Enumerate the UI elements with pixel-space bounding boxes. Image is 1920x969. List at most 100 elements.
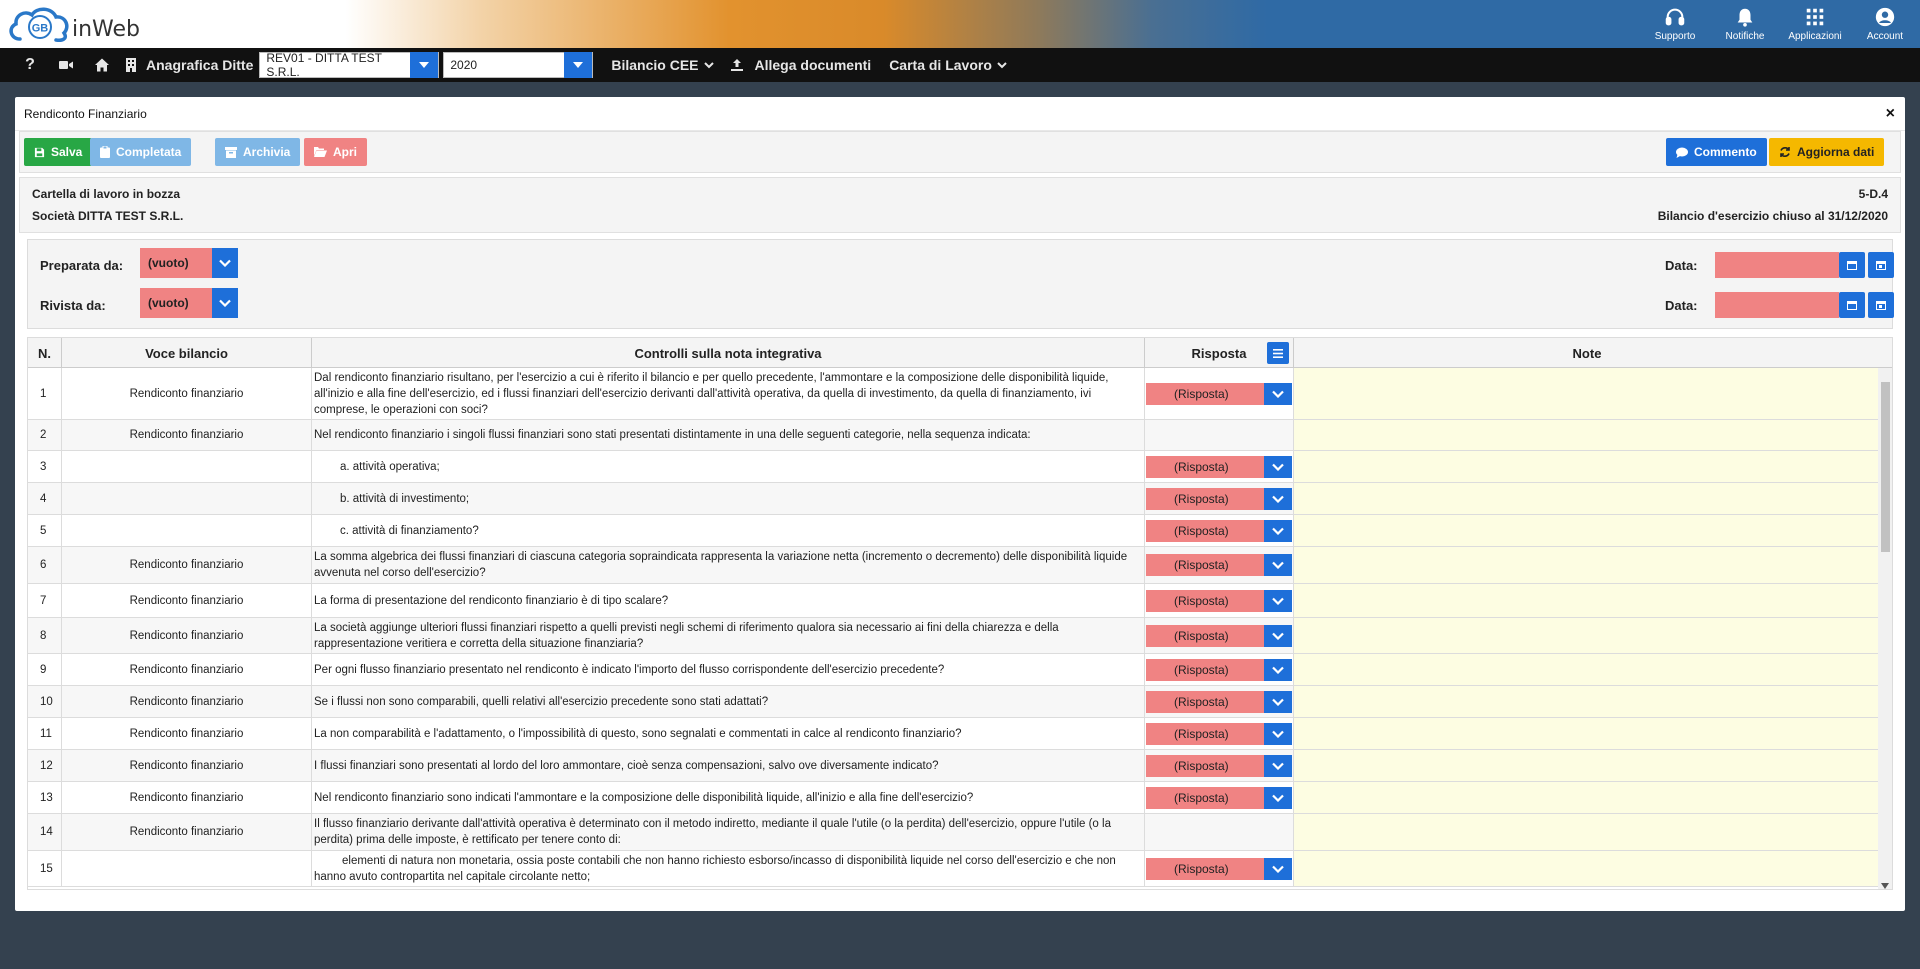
rivista-date-field[interactable] [1715,292,1839,318]
table-header: N. Voce bilancio Controlli sulla nota in… [28,338,1892,368]
close-icon[interactable]: × [1886,105,1895,123]
chevron-down-icon[interactable] [1264,786,1292,809]
risposta-select[interactable]: (Risposta) [1146,857,1292,880]
row-note-field[interactable] [1294,782,1880,813]
chevron-down-icon[interactable] [1264,589,1292,612]
caret-down-icon[interactable] [564,52,593,78]
row-note-field[interactable] [1294,547,1880,583]
rivista-select[interactable]: (vuoto) [140,288,238,318]
row-note-field[interactable] [1294,618,1880,653]
info-panel: Cartella di lavoro in bozza Società DITT… [19,177,1901,233]
menu-bilancio[interactable]: Bilancio CEE [611,57,714,73]
menu-allega-label: Allega documenti [754,57,872,73]
notifications-button[interactable]: Notifiche [1710,0,1780,48]
ditta-select[interactable]: REV01 - DITTA TEST S.R.L. [259,51,440,79]
row-number: 10 [28,686,62,717]
risposta-select[interactable]: (Risposta) [1146,754,1292,777]
chevron-down-icon[interactable] [1264,455,1292,478]
row-controllo-text: elementi di natura non monetaria, ossia … [312,851,1145,886]
calendar-today-icon[interactable] [1868,292,1894,318]
row-controllo-text: Se i flussi non sono comparabili, quelli… [312,686,1145,717]
archivia-button[interactable]: Archivia [215,138,301,166]
caret-down-icon[interactable] [410,52,439,78]
video-button[interactable] [48,48,84,82]
row-risposta-cell: (Risposta) [1145,547,1294,583]
chevron-down-icon[interactable] [1264,722,1292,745]
row-controllo-text: La forma di presentazione del rendiconto… [312,584,1145,617]
year-select[interactable]: 2020 [443,52,594,78]
row-note-field[interactable] [1294,654,1880,685]
chevron-down-icon[interactable] [1264,519,1292,542]
rivista-value: (vuoto) [140,288,212,318]
preparata-date-field[interactable] [1715,252,1839,278]
help-icon: ? [25,56,35,73]
anagrafica-label[interactable]: Anagrafica Ditte [146,57,253,73]
row-note-field[interactable] [1294,750,1880,781]
chevron-down-icon[interactable] [1264,382,1292,405]
risposta-select[interactable]: (Risposta) [1146,722,1292,745]
row-note-field[interactable] [1294,368,1880,419]
calendar-icon[interactable] [1839,252,1865,278]
risposta-select[interactable]: (Risposta) [1146,382,1292,405]
home-button[interactable] [84,48,120,82]
row-note-field[interactable] [1294,420,1880,450]
risposta-value: (Risposta) [1146,519,1264,542]
risposta-select[interactable]: (Risposta) [1146,690,1292,713]
app-logo[interactable]: GB inWeb [6,4,140,46]
row-note-field[interactable] [1294,483,1880,514]
scrollbar-thumb[interactable] [1881,382,1890,552]
row-risposta-cell: (Risposta) [1145,686,1294,717]
risposta-value: (Risposta) [1146,786,1264,809]
chevron-down-icon[interactable] [212,288,238,318]
menu-allega[interactable]: Allega documenti [730,57,872,73]
row-note-field[interactable] [1294,718,1880,749]
completata-button[interactable]: Completata [90,138,192,166]
calendar-icon[interactable] [1839,292,1865,318]
scroll-down-arrow-icon[interactable] [1881,883,1889,889]
dialog-toolbar: Salva Completata Archivia Apri Commento … [19,131,1901,173]
apri-button[interactable]: Apri [304,138,367,166]
aggiorna-button[interactable]: Aggiorna dati [1769,138,1885,166]
list-menu-icon[interactable] [1267,342,1289,364]
save-button[interactable]: Salva [24,138,93,166]
table-scrollbar[interactable] [1878,368,1892,889]
risposta-select[interactable]: (Risposta) [1146,589,1292,612]
account-button[interactable]: Account [1850,0,1920,48]
row-note-field[interactable] [1294,584,1880,617]
chevron-down-icon[interactable] [1264,658,1292,681]
row-note-field[interactable] [1294,451,1880,482]
risposta-select[interactable]: (Risposta) [1146,519,1292,542]
chevron-down-icon[interactable] [1264,554,1292,576]
upload-icon [730,59,743,71]
row-note-field[interactable] [1294,814,1880,850]
risposta-select[interactable]: (Risposta) [1146,554,1292,576]
preparata-select[interactable]: (vuoto) [140,248,238,278]
commento-button[interactable]: Commento [1666,138,1767,166]
chevron-down-icon[interactable] [212,248,238,278]
calendar-today-icon[interactable] [1868,252,1894,278]
rendiconto-dialog: Rendiconto Finanziario × Salva Completat… [15,97,1905,911]
row-note-field[interactable] [1294,515,1880,546]
help-button[interactable]: ? [12,48,48,82]
risposta-select[interactable]: (Risposta) [1146,487,1292,510]
chevron-down-icon[interactable] [1264,624,1292,647]
risposta-select[interactable]: (Risposta) [1146,786,1292,809]
chevron-down-icon[interactable] [1264,857,1292,880]
row-voce: Rendiconto finanziario [62,584,312,617]
chevron-down-icon[interactable] [1264,754,1292,777]
row-controllo-text: La non comparabilità e l'adattamento, o … [312,718,1145,749]
applications-button[interactable]: Applicazioni [1780,0,1850,48]
chevron-down-icon[interactable] [1264,690,1292,713]
row-note-field[interactable] [1294,851,1880,886]
menu-carta[interactable]: Carta di Lavoro [889,57,1007,73]
row-note-field[interactable] [1294,686,1880,717]
headset-icon [1665,8,1685,26]
row-voce [62,451,312,482]
risposta-select[interactable]: (Risposta) [1146,658,1292,681]
support-button[interactable]: Supporto [1640,0,1710,48]
chevron-down-icon[interactable] [1264,487,1292,510]
row-voce: Rendiconto finanziario [62,368,312,419]
risposta-select[interactable]: (Risposta) [1146,624,1292,647]
risposta-select[interactable]: (Risposta) [1146,455,1292,478]
status-text: Cartella di lavoro in bozza [32,187,181,201]
